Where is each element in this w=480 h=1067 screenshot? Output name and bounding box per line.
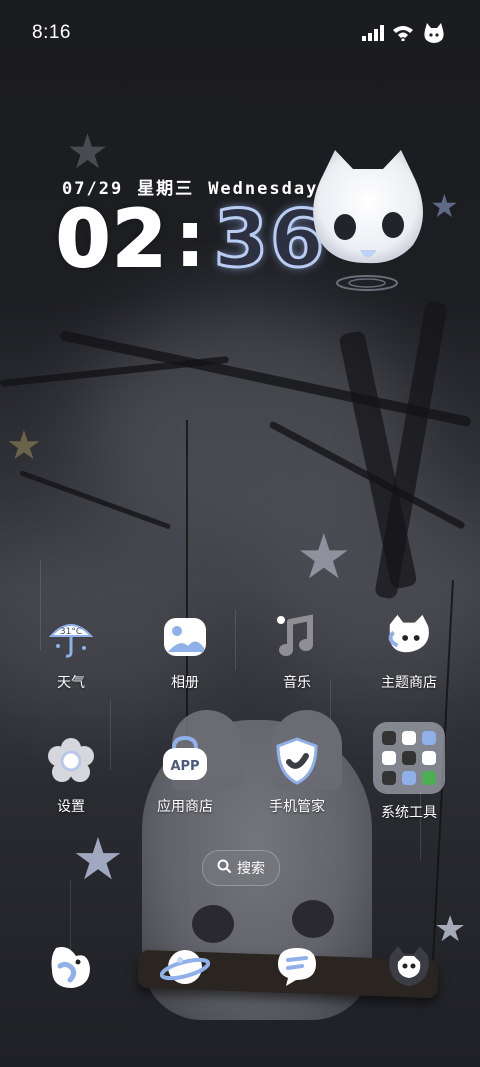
star-decoration: ★ xyxy=(6,423,42,469)
phone-icon xyxy=(51,947,90,988)
ghost-mascot xyxy=(305,145,435,291)
search-label: 搜索 xyxy=(237,861,265,877)
cat-ghost-icon xyxy=(422,22,446,48)
theme-store-icon xyxy=(384,612,434,662)
app-theme-store[interactable]: 主题商店 xyxy=(354,612,464,692)
search-icon xyxy=(217,859,231,877)
app-label: 天气 xyxy=(57,675,85,691)
app-system-tools[interactable]: 系统工具 xyxy=(354,722,464,822)
app-phone-manager[interactable]: 手机管家 xyxy=(242,736,352,816)
app-label: 主题商店 xyxy=(381,675,437,691)
app-store-icon: APP xyxy=(160,736,210,786)
app-store-badge: APP xyxy=(170,759,199,774)
clock-separator: : xyxy=(174,195,208,285)
dock-phone[interactable] xyxy=(46,942,96,992)
app-label: 相册 xyxy=(171,675,199,691)
camera-ghost-icon xyxy=(389,946,429,986)
gallery-icon xyxy=(160,612,210,662)
system-tools-folder-icon xyxy=(373,722,445,794)
app-weather[interactable]: 31°C 天气 xyxy=(16,612,126,692)
settings-flower-icon xyxy=(46,736,96,786)
music-note-icon xyxy=(272,612,322,662)
clock-widget[interactable]: 02 : 36 xyxy=(55,194,326,287)
shield-icon xyxy=(272,736,322,786)
dock-messages[interactable] xyxy=(272,942,322,992)
search-button[interactable]: 搜索 xyxy=(202,850,280,886)
status-bar: 8:16 xyxy=(0,0,480,68)
status-time: 8:16 xyxy=(32,22,71,43)
app-music[interactable]: 音乐 xyxy=(242,612,352,692)
weather-umbrella-icon: 31°C xyxy=(46,612,96,662)
wifi-icon xyxy=(392,25,414,45)
star-decoration: ★ xyxy=(66,124,110,180)
weather-temp: 31°C xyxy=(60,627,82,637)
app-gallery[interactable]: 相册 xyxy=(130,612,240,692)
app-label: 系统工具 xyxy=(381,805,437,821)
signal-icon xyxy=(362,25,384,45)
clock-hours: 02 xyxy=(55,194,169,286)
planet-browser-icon xyxy=(160,950,210,984)
app-label: 应用商店 xyxy=(157,799,213,815)
star-decoration: ★ xyxy=(434,909,467,950)
app-label: 音乐 xyxy=(283,675,311,691)
app-label: 设置 xyxy=(57,799,85,815)
star-decoration: ★ xyxy=(72,825,124,893)
dock-browser[interactable] xyxy=(160,942,210,992)
dock-camera[interactable] xyxy=(384,942,434,992)
star-decoration: ★ xyxy=(296,520,352,593)
app-settings[interactable]: 设置 xyxy=(16,736,126,816)
app-label: 手机管家 xyxy=(269,799,325,815)
message-bubble-icon xyxy=(278,948,316,986)
app-app-store[interactable]: APP 应用商店 xyxy=(130,736,240,816)
